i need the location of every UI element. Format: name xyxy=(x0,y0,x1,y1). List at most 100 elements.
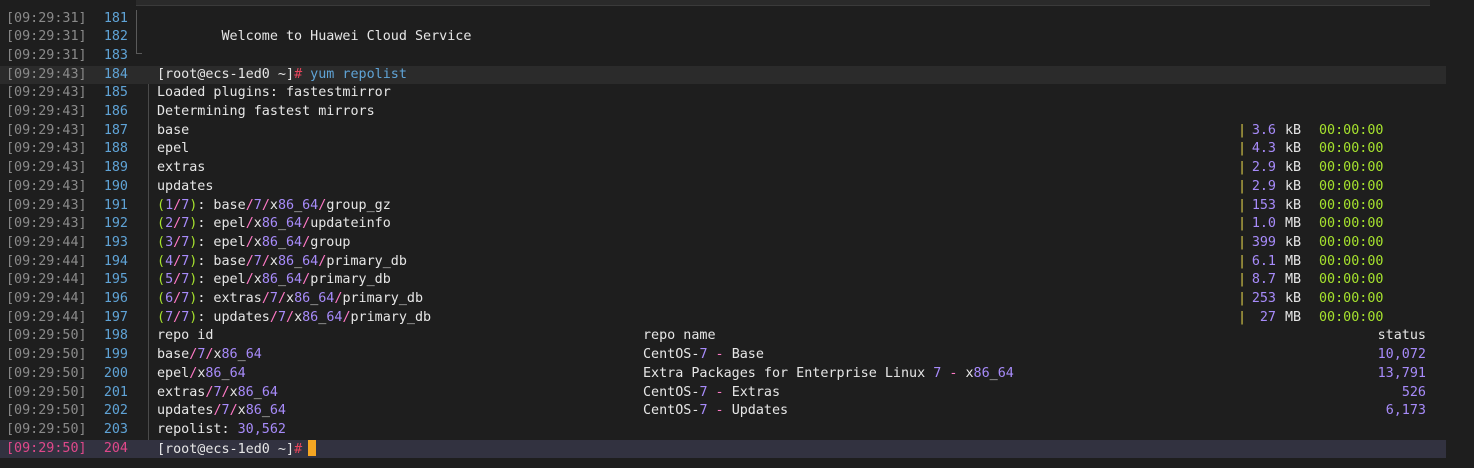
size-unit: kB xyxy=(1285,197,1302,213)
timestamp: [09:29:50] xyxy=(6,403,87,419)
output-text: epel/x86_64 xyxy=(157,365,246,381)
size-separator: | xyxy=(1238,197,1247,213)
download-progress: (4/7) xyxy=(157,253,198,269)
timestamp: [09:29:31] xyxy=(6,29,87,45)
text-cursor[interactable] xyxy=(308,439,317,456)
size-separator: | xyxy=(1238,234,1247,250)
download-line: (5/7): epel/x86_64/primary_db xyxy=(157,271,391,290)
download-time: 00:00:00 xyxy=(1319,197,1384,213)
download-time: 00:00:00 xyxy=(1319,309,1384,325)
download-progress: (1/7) xyxy=(157,197,198,213)
repo-status: 10,072 xyxy=(1377,347,1426,363)
timestamp: [09:29:50] xyxy=(6,384,87,400)
prompt-symbol: # xyxy=(294,66,303,82)
output-text: extras xyxy=(157,160,206,176)
size-unit: kB xyxy=(1285,234,1302,250)
timestamp: [09:29:50] xyxy=(6,328,87,344)
repo-name: Extra Packages for Enterprise Linux 7 - … xyxy=(643,365,1014,381)
shell-prompt: [root@ecs-1ed0 ~] xyxy=(157,66,295,82)
download-line: (1/7): base/7/x86_64/group_gz xyxy=(157,197,391,216)
size-separator: | xyxy=(1238,122,1247,138)
terminal-line: [09:29:43] 187 base | 3.6 kB 00:00:00 xyxy=(0,122,1446,141)
download-line: (6/7): extras/7/x86_64/primary_db xyxy=(157,290,423,309)
timestamp: [09:29:50] xyxy=(6,365,87,381)
terminal-line: [09:29:50] 203 repolist: 30,562 xyxy=(0,421,1446,440)
download-size: 4.3 xyxy=(1251,141,1276,157)
download-size: 2.9 xyxy=(1251,178,1276,194)
line-number: 183 xyxy=(103,47,128,63)
line-number: 182 xyxy=(103,29,128,45)
download-progress: (5/7) xyxy=(157,272,198,288)
download-line: (7/7): updates/7/x86_64/primary_db xyxy=(157,309,431,328)
size-unit: kB xyxy=(1285,141,1302,157)
terminal-line: [09:29:43] 185 Loaded plugins: fastestmirr… xyxy=(0,84,1446,103)
download-line: (2/7): epel/x86_64/updateinfo xyxy=(157,215,391,234)
output-value: fastestmirror xyxy=(277,85,391,101)
line-number: 191 xyxy=(103,197,128,213)
prompt-line: [root@ecs-1ed0 ~]# yum repolist xyxy=(157,66,407,85)
terminal-line: [09:29:43] 189 extras | 2.9 kB 00:00:00 xyxy=(0,159,1446,178)
output-text: extras/7/x86_64 xyxy=(157,384,278,400)
repo-status: 6,173 xyxy=(1385,403,1426,419)
size-unit: MB xyxy=(1285,272,1302,288)
line-number: 192 xyxy=(103,216,128,232)
download-size: 153 xyxy=(1251,197,1276,213)
timestamp: [09:29:43] xyxy=(6,122,87,138)
download-size: 6.1 xyxy=(1251,253,1276,269)
download-line: (3/7): epel/x86_64/group xyxy=(157,234,351,253)
download-size: 27 xyxy=(1259,309,1276,325)
timestamp: [09:29:43] xyxy=(6,178,87,194)
output-label: Loaded plugins xyxy=(157,85,270,101)
output-text: Welcome to Huawei Cloud Service xyxy=(157,29,472,45)
repo-name: CentOS-7 - Extras xyxy=(643,384,781,400)
timestamp: [09:29:43] xyxy=(6,197,87,213)
timestamp: [09:29:44] xyxy=(6,272,87,288)
timestamp: [09:29:50] xyxy=(6,421,87,437)
download-progress: (7/7) xyxy=(157,309,198,325)
timestamp: [09:29:43] xyxy=(6,141,87,157)
terminal-line: [09:29:43] 190 updates | 2.9 kB 00:00:00 xyxy=(0,178,1446,197)
line-number: 195 xyxy=(103,272,128,288)
terminal-top-bar xyxy=(136,0,1430,6)
terminal-line: [09:29:43] 184 [root@ecs-1ed0 ~]# yum repo… xyxy=(0,65,1446,85)
download-size: 8.7 xyxy=(1251,272,1276,288)
line-number: 187 xyxy=(103,122,128,138)
timestamp: [09:29:43] xyxy=(6,160,87,176)
download-path: : epel/x86_64/group xyxy=(197,234,351,250)
terminal-line: [09:29:31] 182 Welcome to Huawei Cloud Se… xyxy=(0,28,1446,47)
line-number: 202 xyxy=(103,403,128,419)
timestamp: [09:29:50] xyxy=(6,440,87,456)
output-text: repolist: 30,562 xyxy=(157,421,286,437)
download-time: 00:00:00 xyxy=(1319,234,1384,250)
timestamp: [09:29:43] xyxy=(6,104,87,119)
line-number: 194 xyxy=(103,253,128,269)
terminal-line: [09:29:43] 188 epel | 4.3 kB 00:00:00 xyxy=(0,140,1446,159)
download-path: : base/7/x86_64/group_gz xyxy=(197,197,391,213)
size-separator: | xyxy=(1238,253,1247,269)
line-number: 190 xyxy=(103,178,128,194)
download-time: 00:00:00 xyxy=(1319,160,1384,176)
timestamp: [09:29:31] xyxy=(6,10,87,26)
command-text: yum repolist xyxy=(302,66,407,82)
download-time: 00:00:00 xyxy=(1319,253,1384,269)
size-unit: kB xyxy=(1285,122,1302,138)
download-size: 253 xyxy=(1251,291,1276,306)
repo-name: repo name xyxy=(643,328,716,344)
terminal-line: [09:29:44] 196 (6/7): extras/7/x86_64/prim… xyxy=(0,290,1446,309)
download-path: : base/7/x86_64/primary_db xyxy=(197,253,407,269)
shell-prompt: [root@ecs-1ed0 ~] xyxy=(157,441,295,457)
output-text: base xyxy=(157,122,190,138)
download-time: 00:00:00 xyxy=(1319,272,1384,288)
repo-status: 13,791 xyxy=(1377,365,1426,381)
download-progress: (6/7) xyxy=(157,291,198,306)
terminal-line: [09:29:50] 202 updates/7/x86_64 CentOS-7 - … xyxy=(0,402,1446,421)
terminal-window[interactable]: [09:29:31] 181 [09:29:31] 182 Welcome to Hu… xyxy=(0,0,1474,468)
size-unit: MB xyxy=(1285,216,1302,232)
size-unit: MB xyxy=(1285,309,1302,325)
timestamp: [09:29:44] xyxy=(6,234,87,250)
line-number: 199 xyxy=(103,347,128,363)
download-path: : extras/7/x86_64/primary_db xyxy=(197,291,424,306)
download-time: 00:00:00 xyxy=(1319,216,1384,232)
download-time: 00:00:00 xyxy=(1319,178,1384,194)
line-number: 181 xyxy=(103,10,128,26)
